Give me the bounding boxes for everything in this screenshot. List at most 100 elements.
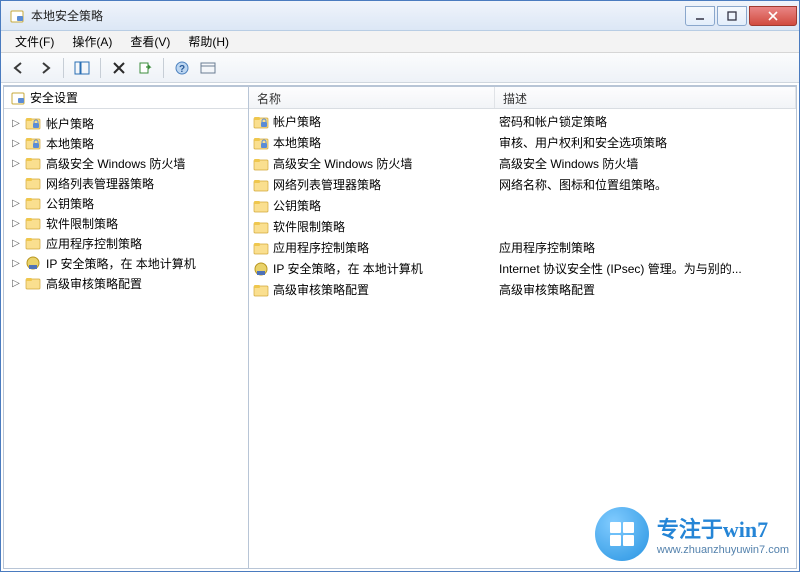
row-name-label: 网络列表管理器策略 [273, 176, 381, 193]
list-row[interactable]: 高级审核策略配置 高级审核策略配置 [249, 279, 796, 300]
folder-icon [253, 156, 269, 172]
cell-name: 公钥策略 [249, 197, 495, 214]
folder-lock-icon [25, 135, 41, 151]
row-name-label: 高级审核策略配置 [273, 281, 369, 298]
folder-icon [25, 155, 41, 171]
tree-node-label: 帐户策略 [44, 114, 96, 133]
column-desc-header[interactable]: 描述 [495, 87, 796, 108]
properties-button[interactable] [196, 56, 220, 80]
folder-icon [25, 215, 41, 231]
list-row[interactable]: 网络列表管理器策略 网络名称、图标和位置组策略。 [249, 174, 796, 195]
tree-node[interactable]: ▷ 应用程序控制策略 [6, 233, 246, 253]
tree-node-label: 公钥策略 [44, 194, 96, 213]
folder-lock-icon [253, 114, 269, 130]
folder-icon [25, 235, 41, 251]
cell-desc: 高级审核策略配置 [495, 281, 796, 298]
tree-node-label: 网络列表管理器策略 [44, 174, 156, 193]
tree-node[interactable]: ▷ 公钥策略 [6, 193, 246, 213]
expand-arrow-icon[interactable]: ▷ [10, 218, 22, 229]
cell-name: 软件限制策略 [249, 218, 495, 235]
close-button[interactable] [749, 6, 797, 26]
folder-icon [253, 240, 269, 256]
menubar: 文件(F) 操作(A) 查看(V) 帮助(H) [1, 31, 799, 53]
maximize-button[interactable] [717, 6, 747, 26]
export-button[interactable] [133, 56, 157, 80]
folder-lock-icon [25, 115, 41, 131]
app-window: 本地安全策略 文件(F) 操作(A) 查看(V) 帮助(H) ? 安全设置 ▷帐 [0, 0, 800, 572]
row-name-label: 应用程序控制策略 [273, 239, 369, 256]
tree-node[interactable]: 网络列表管理器策略 [6, 173, 246, 193]
folder-icon [25, 195, 41, 211]
tree-node[interactable]: ▷ IP 安全策略，在 本地计算机 [6, 253, 246, 273]
cell-desc: Internet 协议安全性 (IPsec) 管理。为与别的... [495, 260, 796, 277]
expand-arrow-icon[interactable]: ▷ [10, 138, 22, 149]
tree-node[interactable]: ▷ 帐户策略 [6, 113, 246, 133]
folder-icon [25, 175, 41, 191]
row-name-label: 本地策略 [273, 134, 321, 151]
show-hide-tree-button[interactable] [70, 56, 94, 80]
window-title: 本地安全策略 [31, 7, 685, 24]
toolbar-separator [63, 58, 64, 78]
expand-arrow-icon[interactable]: ▷ [10, 158, 22, 169]
delete-button[interactable] [107, 56, 131, 80]
tree-header[interactable]: 安全设置 [4, 87, 248, 109]
menu-view[interactable]: 查看(V) [122, 31, 178, 52]
expand-arrow-icon[interactable]: ▷ [10, 198, 22, 209]
menu-file[interactable]: 文件(F) [7, 31, 62, 52]
cell-name: 本地策略 [249, 134, 495, 151]
list-row[interactable]: 本地策略 审核、用户权利和安全选项策略 [249, 132, 796, 153]
folder-icon [25, 275, 41, 291]
cell-desc: 高级安全 Windows 防火墙 [495, 155, 796, 172]
folder-icon [253, 282, 269, 298]
tree-node-label: 高级审核策略配置 [44, 274, 144, 293]
tree-node-label: 本地策略 [44, 134, 96, 153]
tree-node[interactable]: ▷ 高级审核策略配置 [6, 273, 246, 293]
folder-icon [253, 198, 269, 214]
folder-lock-icon [253, 135, 269, 151]
cell-desc: 网络名称、图标和位置组策略。 [495, 176, 796, 193]
svg-text:?: ? [179, 64, 185, 75]
cell-name: 网络列表管理器策略 [249, 176, 495, 193]
list-row[interactable]: 应用程序控制策略 应用程序控制策略 [249, 237, 796, 258]
nav-back-button[interactable] [7, 56, 31, 80]
list-row[interactable]: 公钥策略 [249, 195, 796, 216]
cell-name: 应用程序控制策略 [249, 239, 495, 256]
minimize-button[interactable] [685, 6, 715, 26]
tree-node-label: 高级安全 Windows 防火墙 [44, 154, 187, 173]
menu-action[interactable]: 操作(A) [64, 31, 120, 52]
expand-arrow-icon[interactable]: ▷ [10, 258, 22, 269]
expand-arrow-icon[interactable]: ▷ [10, 278, 22, 289]
list-body: 帐户策略密码和帐户锁定策略本地策略审核、用户权利和安全选项策略高级安全 Wind… [249, 109, 796, 568]
row-name-label: 帐户策略 [273, 113, 321, 130]
folder-icon [253, 177, 269, 193]
tree-node-label: IP 安全策略，在 本地计算机 [44, 254, 198, 273]
nav-forward-button[interactable] [33, 56, 57, 80]
row-name-label: 软件限制策略 [273, 218, 345, 235]
tree-body: ▷ 帐户策略 ▷ 本地策略 ▷ 高级安全 Windows 防火墙网络列表管理器策略 ▷ 公钥策… [4, 109, 248, 297]
tree-node[interactable]: ▷ 高级安全 Windows 防火墙 [6, 153, 246, 173]
list-row[interactable]: IP 安全策略，在 本地计算机Internet 协议安全性 (IPsec) 管理… [249, 258, 796, 279]
list-row[interactable]: 高级安全 Windows 防火墙 高级安全 Windows 防火墙 [249, 153, 796, 174]
toolbar: ? [1, 53, 799, 83]
list-row[interactable]: 软件限制策略 [249, 216, 796, 237]
tree-node-label: 应用程序控制策略 [44, 234, 144, 253]
titlebar: 本地安全策略 [1, 1, 799, 31]
toolbar-separator [163, 58, 164, 78]
expand-arrow-icon[interactable]: ▷ [10, 238, 22, 249]
row-name-label: 高级安全 Windows 防火墙 [273, 155, 412, 172]
row-name-label: 公钥策略 [273, 197, 321, 214]
help-button[interactable]: ? [170, 56, 194, 80]
tree-node[interactable]: ▷ 本地策略 [6, 133, 246, 153]
list-pane: 名称 描述 帐户策略密码和帐户锁定策略本地策略审核、用户权利和安全选项策略高级安… [249, 86, 797, 569]
list-header: 名称 描述 [249, 87, 796, 109]
list-row[interactable]: 帐户策略密码和帐户锁定策略 [249, 111, 796, 132]
cell-name: 高级安全 Windows 防火墙 [249, 155, 495, 172]
tree-header-label: 安全设置 [30, 89, 78, 106]
tree-node[interactable]: ▷软件限制策略 [6, 213, 246, 233]
cell-desc: 审核、用户权利和安全选项策略 [495, 134, 796, 151]
cell-desc: 应用程序控制策略 [495, 239, 796, 256]
ipsec-icon [253, 261, 269, 277]
column-name-header[interactable]: 名称 [249, 87, 495, 108]
menu-help[interactable]: 帮助(H) [180, 31, 237, 52]
expand-arrow-icon[interactable]: ▷ [10, 118, 22, 129]
